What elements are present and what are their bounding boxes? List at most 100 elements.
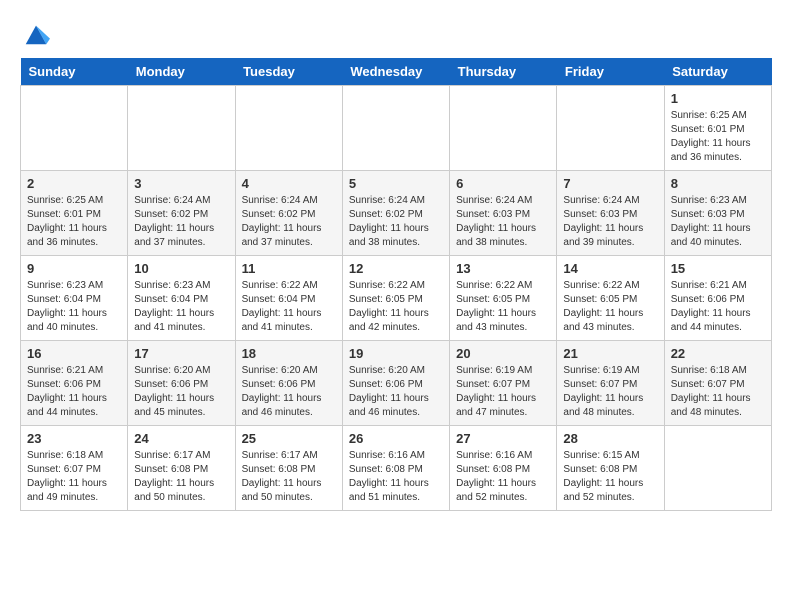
day-info: Sunrise: 6:25 AM Sunset: 6:01 PM Dayligh… [27, 194, 121, 250]
day-info: Sunrise: 6:18 AM Sunset: 6:07 PM Dayligh… [27, 449, 121, 505]
header [20, 20, 772, 48]
day-info: Sunrise: 6:24 AM Sunset: 6:03 PM Dayligh… [563, 194, 657, 250]
day-cell: 4 Sunrise: 6:24 AM Sunset: 6:02 PM Daylig… [235, 171, 342, 256]
day-cell [557, 86, 664, 171]
day-cell: 17 Sunrise: 6:20 AM Sunset: 6:06 PM Dayli… [128, 341, 235, 426]
day-cell: 2 Sunrise: 6:25 AM Sunset: 6:01 PM Daylig… [21, 171, 128, 256]
day-info: Sunrise: 6:16 AM Sunset: 6:08 PM Dayligh… [456, 449, 550, 505]
day-cell: 15 Sunrise: 6:21 AM Sunset: 6:06 PM Dayli… [664, 256, 771, 341]
header-wednesday: Wednesday [342, 58, 449, 86]
day-info: Sunrise: 6:21 AM Sunset: 6:06 PM Dayligh… [671, 279, 765, 335]
week-row-2: 9 Sunrise: 6:23 AM Sunset: 6:04 PM Daylig… [21, 256, 772, 341]
logo [20, 20, 50, 48]
calendar-header-row: SundayMondayTuesdayWednesdayThursdayFrid… [21, 58, 772, 86]
day-cell: 26 Sunrise: 6:16 AM Sunset: 6:08 PM Dayli… [342, 426, 449, 511]
day-info: Sunrise: 6:24 AM Sunset: 6:02 PM Dayligh… [349, 194, 443, 250]
day-number: 27 [456, 431, 550, 446]
week-row-4: 23 Sunrise: 6:18 AM Sunset: 6:07 PM Dayli… [21, 426, 772, 511]
day-number: 7 [563, 176, 657, 191]
day-info: Sunrise: 6:22 AM Sunset: 6:05 PM Dayligh… [349, 279, 443, 335]
header-sunday: Sunday [21, 58, 128, 86]
day-number: 10 [134, 261, 228, 276]
day-info: Sunrise: 6:15 AM Sunset: 6:08 PM Dayligh… [563, 449, 657, 505]
logo-icon [22, 20, 50, 48]
day-info: Sunrise: 6:18 AM Sunset: 6:07 PM Dayligh… [671, 364, 765, 420]
day-cell: 5 Sunrise: 6:24 AM Sunset: 6:02 PM Daylig… [342, 171, 449, 256]
day-info: Sunrise: 6:24 AM Sunset: 6:03 PM Dayligh… [456, 194, 550, 250]
day-info: Sunrise: 6:22 AM Sunset: 6:05 PM Dayligh… [456, 279, 550, 335]
day-number: 20 [456, 346, 550, 361]
day-info: Sunrise: 6:19 AM Sunset: 6:07 PM Dayligh… [456, 364, 550, 420]
day-cell: 27 Sunrise: 6:16 AM Sunset: 6:08 PM Dayli… [450, 426, 557, 511]
day-number: 23 [27, 431, 121, 446]
day-number: 13 [456, 261, 550, 276]
day-info: Sunrise: 6:22 AM Sunset: 6:04 PM Dayligh… [242, 279, 336, 335]
day-number: 22 [671, 346, 765, 361]
day-cell: 25 Sunrise: 6:17 AM Sunset: 6:08 PM Dayli… [235, 426, 342, 511]
day-number: 3 [134, 176, 228, 191]
day-cell [128, 86, 235, 171]
day-cell [342, 86, 449, 171]
day-number: 15 [671, 261, 765, 276]
day-cell: 9 Sunrise: 6:23 AM Sunset: 6:04 PM Daylig… [21, 256, 128, 341]
day-cell: 10 Sunrise: 6:23 AM Sunset: 6:04 PM Dayli… [128, 256, 235, 341]
day-info: Sunrise: 6:23 AM Sunset: 6:04 PM Dayligh… [27, 279, 121, 335]
day-cell: 16 Sunrise: 6:21 AM Sunset: 6:06 PM Dayli… [21, 341, 128, 426]
day-number: 17 [134, 346, 228, 361]
day-cell: 21 Sunrise: 6:19 AM Sunset: 6:07 PM Dayli… [557, 341, 664, 426]
header-saturday: Saturday [664, 58, 771, 86]
day-cell: 13 Sunrise: 6:22 AM Sunset: 6:05 PM Dayli… [450, 256, 557, 341]
day-number: 9 [27, 261, 121, 276]
day-cell: 11 Sunrise: 6:22 AM Sunset: 6:04 PM Dayli… [235, 256, 342, 341]
day-cell: 20 Sunrise: 6:19 AM Sunset: 6:07 PM Dayli… [450, 341, 557, 426]
day-number: 14 [563, 261, 657, 276]
day-number: 25 [242, 431, 336, 446]
day-info: Sunrise: 6:24 AM Sunset: 6:02 PM Dayligh… [242, 194, 336, 250]
day-number: 28 [563, 431, 657, 446]
header-tuesday: Tuesday [235, 58, 342, 86]
day-cell: 23 Sunrise: 6:18 AM Sunset: 6:07 PM Dayli… [21, 426, 128, 511]
day-number: 18 [242, 346, 336, 361]
day-number: 4 [242, 176, 336, 191]
day-number: 5 [349, 176, 443, 191]
day-number: 2 [27, 176, 121, 191]
day-info: Sunrise: 6:23 AM Sunset: 6:03 PM Dayligh… [671, 194, 765, 250]
day-cell: 8 Sunrise: 6:23 AM Sunset: 6:03 PM Daylig… [664, 171, 771, 256]
day-info: Sunrise: 6:23 AM Sunset: 6:04 PM Dayligh… [134, 279, 228, 335]
day-number: 24 [134, 431, 228, 446]
day-info: Sunrise: 6:20 AM Sunset: 6:06 PM Dayligh… [134, 364, 228, 420]
day-number: 21 [563, 346, 657, 361]
day-cell [664, 426, 771, 511]
day-cell: 12Sunrise: 6:22 AM Sunset: 6:05 PM Dayli… [342, 256, 449, 341]
day-number: 11 [242, 261, 336, 276]
day-cell [450, 86, 557, 171]
day-info: Sunrise: 6:20 AM Sunset: 6:06 PM Dayligh… [349, 364, 443, 420]
week-row-1: 2 Sunrise: 6:25 AM Sunset: 6:01 PM Daylig… [21, 171, 772, 256]
day-info: Sunrise: 6:20 AM Sunset: 6:06 PM Dayligh… [242, 364, 336, 420]
day-cell: 1 Sunrise: 6:25 AM Sunset: 6:01 PM Daylig… [664, 86, 771, 171]
header-thursday: Thursday [450, 58, 557, 86]
calendar-table: SundayMondayTuesdayWednesdayThursdayFrid… [20, 58, 772, 511]
day-cell: 22 Sunrise: 6:18 AM Sunset: 6:07 PM Dayli… [664, 341, 771, 426]
header-friday: Friday [557, 58, 664, 86]
day-number: 26 [349, 431, 443, 446]
day-info: Sunrise: 6:17 AM Sunset: 6:08 PM Dayligh… [242, 449, 336, 505]
day-info: Sunrise: 6:17 AM Sunset: 6:08 PM Dayligh… [134, 449, 228, 505]
day-cell: 28 Sunrise: 6:15 AM Sunset: 6:08 PM Dayli… [557, 426, 664, 511]
day-info: Sunrise: 6:25 AM Sunset: 6:01 PM Dayligh… [671, 109, 765, 165]
day-cell: 6Sunrise: 6:24 AM Sunset: 6:03 PM Daylig… [450, 171, 557, 256]
day-number: 16 [27, 346, 121, 361]
day-number: 1 [671, 91, 765, 106]
day-cell: 18 Sunrise: 6:20 AM Sunset: 6:06 PM Dayli… [235, 341, 342, 426]
day-number: 8 [671, 176, 765, 191]
day-info: Sunrise: 6:16 AM Sunset: 6:08 PM Dayligh… [349, 449, 443, 505]
day-info: Sunrise: 6:19 AM Sunset: 6:07 PM Dayligh… [563, 364, 657, 420]
day-cell [21, 86, 128, 171]
day-info: Sunrise: 6:24 AM Sunset: 6:02 PM Dayligh… [134, 194, 228, 250]
day-number: 19 [349, 346, 443, 361]
week-row-3: 16 Sunrise: 6:21 AM Sunset: 6:06 PM Dayli… [21, 341, 772, 426]
day-info: Sunrise: 6:21 AM Sunset: 6:06 PM Dayligh… [27, 364, 121, 420]
week-row-0: 1 Sunrise: 6:25 AM Sunset: 6:01 PM Daylig… [21, 86, 772, 171]
day-info: Sunrise: 6:22 AM Sunset: 6:05 PM Dayligh… [563, 279, 657, 335]
day-cell [235, 86, 342, 171]
